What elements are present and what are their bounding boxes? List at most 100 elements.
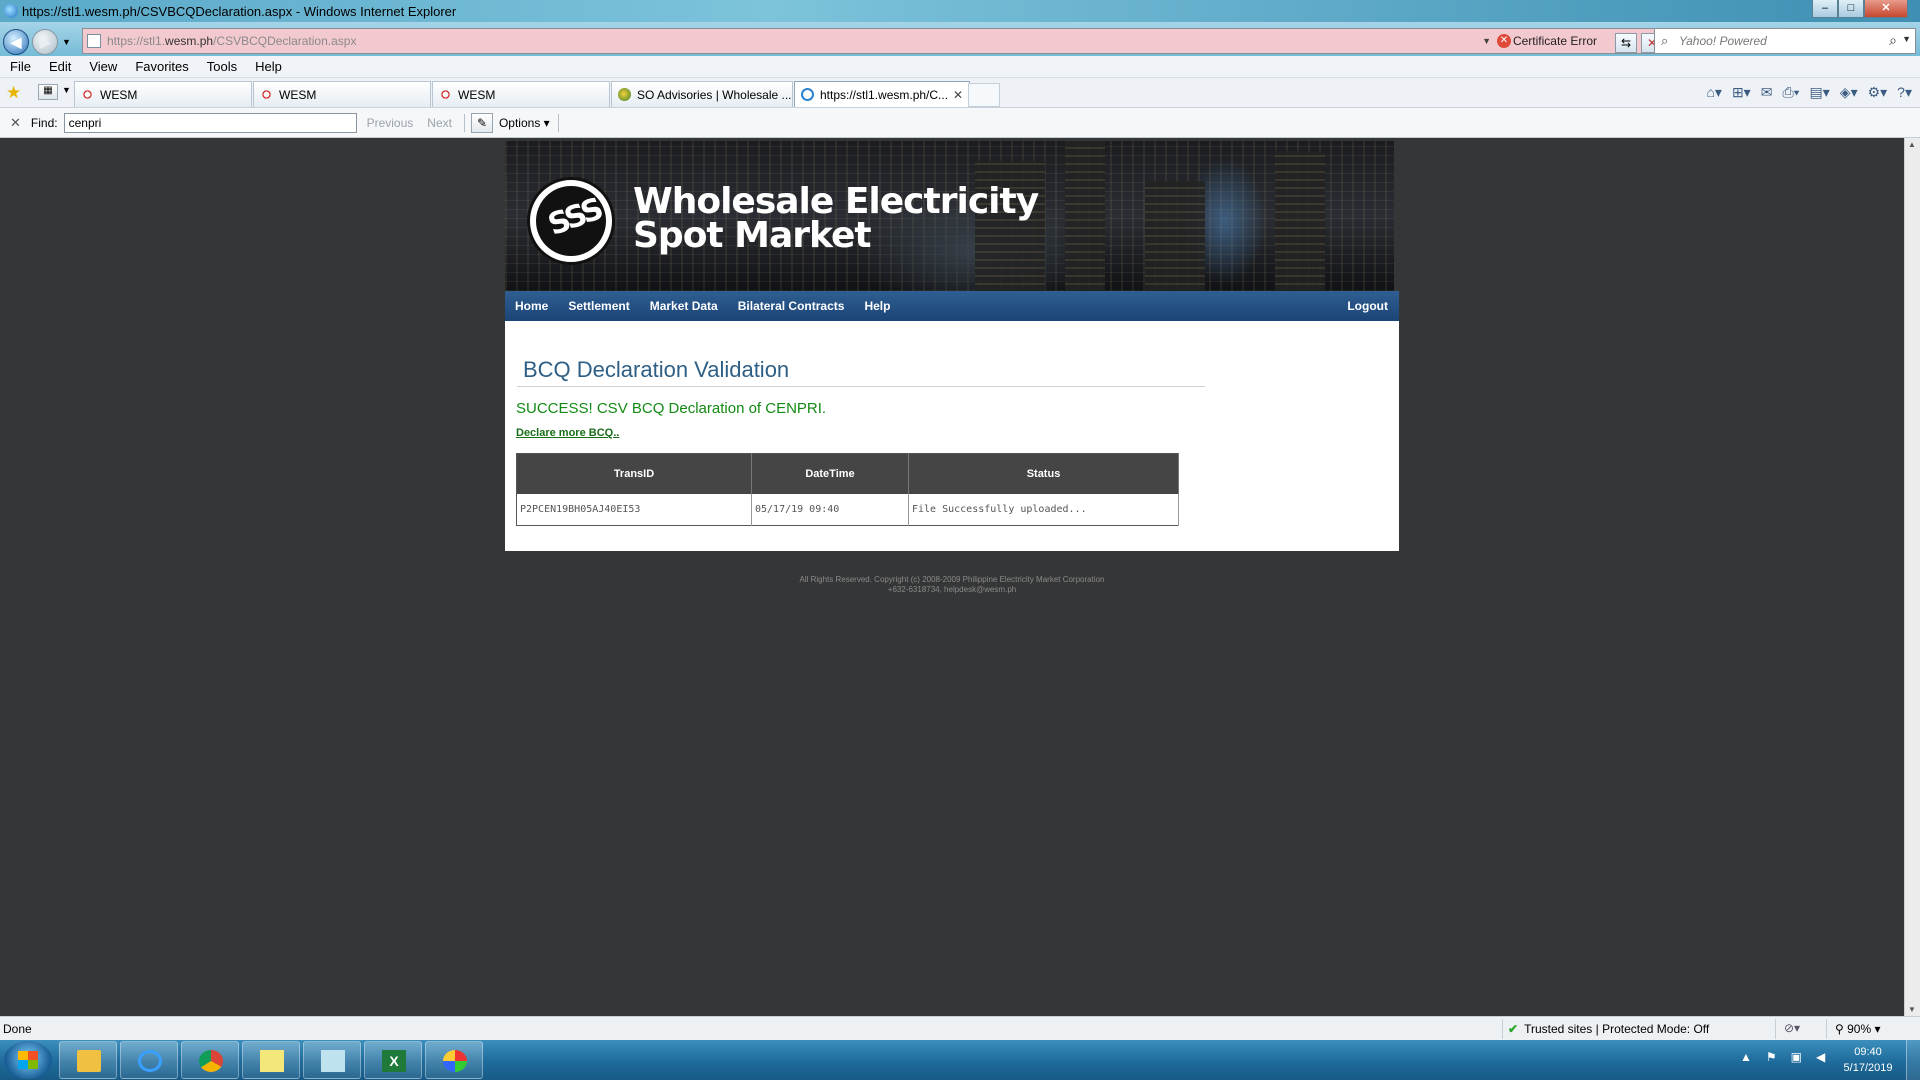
divider [557,113,559,132]
search-input[interactable]: Yahoo! Powered [1679,34,1767,48]
home-icon[interactable]: ⌂▾ [1706,84,1721,101]
tab-csv-bcq-declaration[interactable]: https://stl1.wesm.ph/C... ✕ [794,81,970,107]
menu-edit[interactable]: Edit [49,59,71,74]
window-title: https://stl1.wesm.ph/CSVBCQDeclaration.a… [22,3,457,19]
popup-blocker-icon[interactable]: ⊘▾ [1784,1021,1800,1035]
nav-home[interactable]: Home [515,299,548,313]
cell-transid: P2PCEN19BH05AJ40EI53 [516,493,752,526]
excel-icon[interactable]: X [364,1041,422,1079]
quick-tabs-icon[interactable]: ▦ [38,84,58,100]
help-icon[interactable]: ?▾ [1897,84,1912,101]
upload-results-table: TransID DateTime Status P2PCEN19BH05AJ40… [516,453,1179,526]
nav-market-data[interactable]: Market Data [650,299,718,313]
so-favicon-icon [618,88,631,101]
search-icon[interactable]: ⌕ [1889,32,1897,49]
recent-pages-dropdown-icon[interactable]: ▼ [62,37,71,47]
close-window-button[interactable]: ✕ [1864,0,1908,18]
compatibility-view-icon[interactable]: ⇆ [1615,33,1637,53]
find-previous-button[interactable]: Previous [367,116,414,130]
system-clock[interactable]: 09:40 5/17/2019 [1838,1044,1898,1076]
favorites-star-icon[interactable]: ★ [6,83,21,103]
print-icon[interactable]: ⎙▾ [1782,84,1799,101]
tab-label: SO Advisories | Wholesale ... [637,87,792,102]
tab-wesm-3[interactable]: WESM [432,81,610,107]
tools-icon[interactable]: ⚙▾ [1868,84,1888,101]
nav-help[interactable]: Help [864,299,890,313]
show-desktop-button[interactable] [1906,1040,1920,1080]
zoom-level[interactable]: ⚲ 90% ▾ [1835,1022,1881,1036]
site-navigation: Home Settlement Market Data Bilateral Co… [505,291,1399,321]
tab-label: https://stl1.wesm.ph/C... [820,87,949,102]
certificate-error-label[interactable]: Certificate Error [1513,34,1597,48]
table-row: P2PCEN19BH05AJ40EI53 05/17/19 09:40 File… [516,493,1179,526]
url-text[interactable]: https://stl1.wesm.ph/CSVBCQDeclaration.a… [107,34,356,48]
page-icon[interactable]: ▤▾ [1810,84,1830,101]
tab-so-advisories[interactable]: SO Advisories | Wholesale ... [611,81,793,107]
address-dropdown-icon[interactable]: ▼ [1482,36,1491,46]
address-bar[interactable]: https://stl1.wesm.ph/CSVBCQDeclaration.a… [82,28,1682,54]
sticky-notes-icon[interactable] [242,1041,300,1079]
find-bar: ✕ Find: cenpri Previous Next ✎ Options ▾ [0,108,1920,138]
menu-view[interactable]: View [89,59,117,74]
wesm-favicon-icon [81,88,94,101]
certificate-error-icon[interactable]: ✕ [1497,34,1511,48]
tab-label: WESM [279,87,317,102]
find-label: Find: [30,115,58,130]
nav-settlement[interactable]: Settlement [568,299,629,313]
wesm-favicon-icon [260,88,273,101]
logout-link[interactable]: Logout [1347,299,1388,313]
window-title-bar: https://stl1.wesm.ph/CSVBCQDeclaration.a… [0,0,1920,22]
maximize-button[interactable]: □ [1838,0,1864,18]
find-next-button[interactable]: Next [427,116,452,130]
feeds-icon[interactable]: ⊞▾ [1732,84,1751,101]
divider [463,113,465,132]
windows-explorer-icon[interactable] [59,1041,117,1079]
menu-file[interactable]: File [10,59,31,74]
read-mail-icon[interactable]: ✉ [1761,84,1773,101]
minimize-button[interactable]: – [1812,0,1838,18]
network-icon[interactable]: ▣ [1791,1050,1802,1064]
new-tab-button[interactable] [968,83,1000,107]
main-content: BCQ Declaration Validation SUCCESS! CSV … [505,321,1399,551]
vertical-scrollbar[interactable]: ▲ ▼ [1904,138,1920,1016]
tab-wesm-2[interactable]: WESM [253,81,431,107]
back-button[interactable]: ◀ [3,29,29,55]
find-options-button[interactable]: Options ▾ [499,116,550,130]
banner-building [1145,181,1205,291]
find-input[interactable]: cenpri [63,112,357,133]
tab-list-dropdown-icon[interactable]: ▼ [62,85,71,95]
forward-button[interactable]: ▶ [32,29,58,55]
wesm-logo-icon: SSS [527,177,615,265]
site-brand: Wholesale Electricity Spot Market [633,181,1039,256]
notepad-icon[interactable] [303,1041,361,1079]
menu-help[interactable]: Help [255,59,282,74]
close-tab-icon[interactable]: ✕ [953,88,963,102]
menu-tools[interactable]: Tools [207,59,237,74]
highlight-matches-icon[interactable]: ✎ [470,112,493,133]
tab-wesm-1[interactable]: WESM [74,81,252,107]
page-icon [87,34,101,48]
ie-page-icon [801,88,814,101]
tab-bar: ★ ▦ ▼ WESM WESM WESM SO Advisories | Who… [0,78,1920,108]
volume-icon[interactable]: ◀ [1816,1050,1825,1064]
internet-explorer-icon[interactable] [120,1041,178,1079]
declare-more-bcq-link[interactable]: Declare more BCQ.. [516,427,619,439]
start-button[interactable] [4,1041,52,1079]
menu-favorites[interactable]: Favorites [135,59,188,74]
search-options-dropdown-icon[interactable]: ▼ [1902,34,1911,44]
security-zone[interactable]: ✔ Trusted sites | Protected Mode: Off [1508,1022,1709,1036]
chrome-icon[interactable] [181,1041,239,1079]
paint-icon[interactable] [425,1041,483,1079]
title-divider [517,386,1205,387]
scroll-up-icon[interactable]: ▲ [1908,140,1916,149]
close-find-bar-icon[interactable]: ✕ [10,115,21,131]
nav-bilateral-contracts[interactable]: Bilateral Contracts [738,299,845,313]
safety-icon[interactable]: ◈▾ [1840,84,1858,101]
action-center-flag-icon[interactable]: ⚑ [1766,1050,1777,1064]
windows-logo-icon [18,1051,38,1069]
show-hidden-icons-icon[interactable]: ▲ [1740,1050,1752,1064]
scroll-down-icon[interactable]: ▼ [1908,1005,1916,1014]
table-header-row: TransID DateTime Status [516,453,1179,494]
page-title: BCQ Declaration Validation [523,357,790,382]
search-box[interactable]: ⌕ Yahoo! Powered ⌕ ▼ [1654,28,1916,54]
